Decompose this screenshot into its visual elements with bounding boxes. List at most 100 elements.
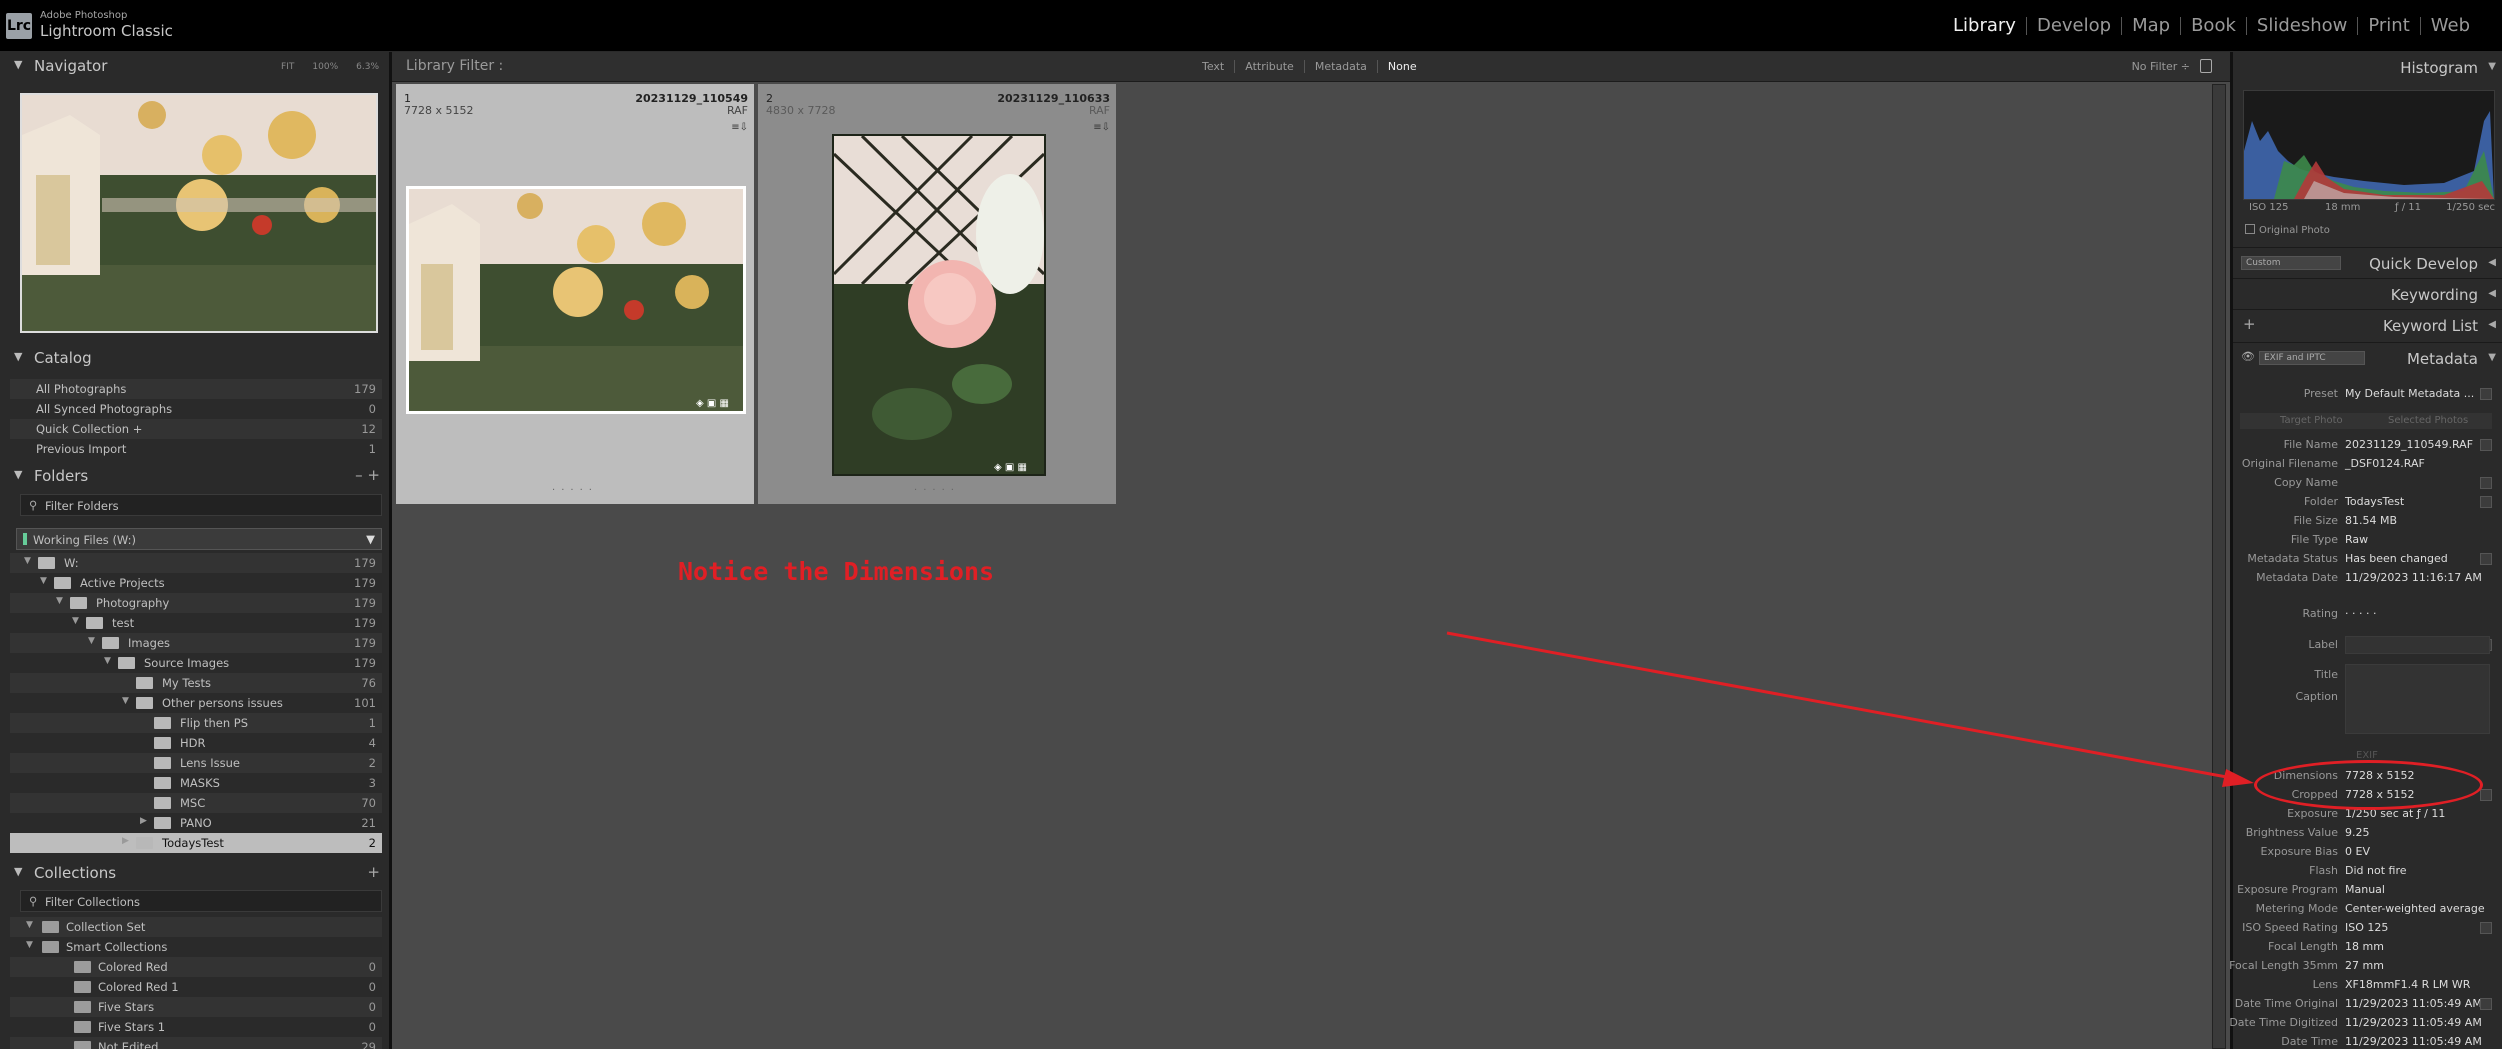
original-photo-toggle[interactable]: Original Photo bbox=[2245, 224, 2330, 236]
exif-row[interactable]: Brightness Value 9.25 bbox=[2230, 824, 2502, 843]
collapse-triangle-icon[interactable]: ▶ bbox=[122, 836, 129, 846]
metadata-value[interactable]: · · · · · bbox=[2345, 607, 2376, 620]
metadata-action-icon[interactable] bbox=[2480, 477, 2492, 489]
metadata-value[interactable]: 9.25 bbox=[2345, 826, 2370, 839]
exif-row[interactable]: Date Time 11/29/2023 11:05:49 AM bbox=[2230, 1033, 2502, 1049]
metadata-action-icon[interactable] bbox=[2480, 388, 2492, 400]
exif-row[interactable]: Date Time Digitized 11/29/2023 11:05:49 A… bbox=[2229, 1014, 2502, 1033]
add-keyword-icon[interactable]: + bbox=[2243, 315, 2256, 333]
folder-row[interactable]: ▼ Images 179 bbox=[10, 633, 382, 653]
metadata-value[interactable]: Manual bbox=[2345, 883, 2385, 896]
expand-triangle-icon[interactable]: ▼ bbox=[104, 656, 111, 666]
folder-row[interactable]: ▶ TodaysTest 2 bbox=[10, 833, 382, 853]
folder-row[interactable]: ▼ W: 179 bbox=[10, 553, 382, 573]
exif-row[interactable]: ISO Speed Rating ISO 125 bbox=[2230, 919, 2502, 938]
metadata-action-icon[interactable] bbox=[2480, 496, 2492, 508]
metadata-value[interactable]: Did not fire bbox=[2345, 864, 2407, 877]
filter-mode-metadata[interactable]: Metadata bbox=[1303, 60, 1377, 73]
lock-icon[interactable] bbox=[2200, 59, 2212, 73]
metadata-row[interactable]: Metadata Date 11/29/2023 11:16:17 AM bbox=[2230, 569, 2502, 588]
folder-row[interactable]: Lens Issue 2 bbox=[10, 753, 382, 773]
metadata-row[interactable]: Metadata Status Has been changed bbox=[2230, 550, 2502, 569]
navigator-header[interactable]: ▼ Navigator FIT 100% 6.3% bbox=[0, 52, 389, 80]
collection-row[interactable]: ▼ Collection Set bbox=[10, 917, 382, 937]
metadata-value[interactable]: 11/29/2023 11:16:17 AM bbox=[2345, 571, 2482, 584]
folders-add-remove[interactable]: – + bbox=[355, 466, 380, 484]
filter-preset-dropdown[interactable]: No Filter ÷ bbox=[2132, 60, 2190, 73]
folder-row[interactable]: ▼ Photography 179 bbox=[10, 593, 382, 613]
collapse-triangle-icon[interactable]: ▼ bbox=[14, 468, 22, 481]
expand-triangle-icon[interactable]: ◀ bbox=[2488, 319, 2496, 330]
metadata-value[interactable]: 20231129_110549.RAF bbox=[2345, 438, 2473, 451]
collection-row[interactable]: Five Stars 1 0 bbox=[10, 1017, 382, 1037]
module-print[interactable]: Print bbox=[2357, 17, 2419, 35]
target-photo-toggle[interactable]: Target Photo Selected Photos bbox=[2240, 413, 2492, 429]
checkbox[interactable] bbox=[2245, 224, 2255, 234]
metadata-action-icon[interactable] bbox=[2480, 789, 2492, 801]
module-develop[interactable]: Develop bbox=[2025, 17, 2121, 35]
catalog-item[interactable]: All Photographs 179 bbox=[10, 379, 382, 399]
grid-cell[interactable]: 2 20231129_110633 4830 x 7728 RAF ≡⇩ ◈ ▣… bbox=[758, 84, 1116, 504]
metadata-action-icon[interactable] bbox=[2480, 922, 2492, 934]
metadata-preset-row[interactable]: Preset My Default Metadata ... bbox=[2230, 385, 2502, 404]
grid-scrollbar[interactable] bbox=[2212, 84, 2226, 1049]
expand-triangle-icon[interactable]: ▼ bbox=[56, 596, 63, 606]
metadata-row[interactable]: File Type Raw bbox=[2230, 531, 2502, 550]
metadata-row[interactable]: File Size 81.54 MB bbox=[2230, 512, 2502, 531]
folder-row[interactable]: Flip then PS 1 bbox=[10, 713, 382, 733]
exif-row[interactable]: Focal Length 35mm 27 mm bbox=[2229, 957, 2502, 976]
quick-develop-header[interactable]: Custom Quick Develop ◀ bbox=[2233, 247, 2502, 277]
collection-row[interactable]: Five Stars 0 bbox=[10, 997, 382, 1017]
metadata-value[interactable]: 11/29/2023 11:05:49 AM bbox=[2345, 1016, 2482, 1029]
grid-cell[interactable]: 1 20231129_110549 7728 x 5152 RAF ≡⇩ ◈ ▣… bbox=[396, 84, 754, 504]
collection-row[interactable]: Colored Red 0 bbox=[10, 957, 382, 977]
module-map[interactable]: Map bbox=[2121, 17, 2180, 35]
metadata-value[interactable]: 18 mm bbox=[2345, 940, 2384, 953]
collapse-triangle-icon[interactable]: ▶ bbox=[140, 816, 147, 826]
module-library[interactable]: Library bbox=[1943, 17, 2026, 35]
metadata-value[interactable]: 11/29/2023 11:05:49 AM bbox=[2345, 997, 2482, 1010]
thumbnail-photo[interactable]: ◈ ▣ ▦ bbox=[832, 134, 1046, 476]
metadata-value[interactable]: ISO 125 bbox=[2345, 921, 2388, 934]
catalog-item[interactable]: Quick Collection + 12 bbox=[10, 419, 382, 439]
volume-dropdown-icon[interactable]: ▼ bbox=[366, 532, 375, 546]
folder-row[interactable]: ▼ test 179 bbox=[10, 613, 382, 633]
metadata-row[interactable]: File Name 20231129_110549.RAF bbox=[2230, 436, 2502, 455]
metadata-value[interactable]: Center-weighted average bbox=[2345, 902, 2485, 915]
exif-row[interactable]: Lens XF18mmF1.4 R LM WR bbox=[2230, 976, 2502, 995]
title-caption-field[interactable] bbox=[2345, 664, 2490, 734]
metadata-row[interactable]: Folder TodaysTest bbox=[2230, 493, 2502, 512]
collection-row[interactable]: Not Edited 29 bbox=[10, 1037, 382, 1049]
folder-row[interactable]: MASKS 3 bbox=[10, 773, 382, 793]
exif-row[interactable]: Metering Mode Center-weighted average bbox=[2230, 900, 2502, 919]
folders-header[interactable]: ▼ Folders – + bbox=[0, 462, 392, 490]
zoom-fit[interactable]: FIT bbox=[281, 62, 294, 72]
collapse-triangle-icon[interactable]: ▼ bbox=[2488, 61, 2496, 72]
exif-row[interactable]: Focal Length 18 mm bbox=[2230, 938, 2502, 957]
metadata-view-dropdown[interactable]: EXIF and IPTC bbox=[2259, 351, 2365, 365]
metadata-value[interactable]: 27 mm bbox=[2345, 959, 2384, 972]
filter-mode-attribute[interactable]: Attribute bbox=[1234, 60, 1304, 73]
catalog-header[interactable]: ▼ Catalog bbox=[0, 344, 392, 372]
expand-triangle-icon[interactable]: ◀ bbox=[2488, 257, 2496, 268]
selected-photos-label[interactable]: Selected Photos bbox=[2388, 415, 2468, 426]
filter-collections-input[interactable]: ⚲ Filter Collections bbox=[20, 890, 382, 912]
folder-row[interactable]: MSC 70 bbox=[10, 793, 382, 813]
quick-develop-preset-dropdown[interactable]: Custom bbox=[2241, 256, 2341, 270]
filter-folders-input[interactable]: ⚲ Filter Folders bbox=[20, 494, 382, 516]
folder-row[interactable]: My Tests 76 bbox=[10, 673, 382, 693]
collapse-triangle-icon[interactable]: ▼ bbox=[26, 920, 33, 930]
module-web[interactable]: Web bbox=[2419, 17, 2480, 35]
zoom-custom[interactable]: 6.3% bbox=[356, 62, 379, 72]
folder-row[interactable]: HDR 4 bbox=[10, 733, 382, 753]
rating-dots[interactable]: ····· bbox=[758, 485, 1116, 496]
target-photo-label[interactable]: Target Photo bbox=[2280, 415, 2343, 426]
expand-triangle-icon[interactable]: ▼ bbox=[40, 576, 47, 586]
folder-row[interactable]: ▼ Other persons issues 101 bbox=[10, 693, 382, 713]
collections-add-icon[interactable]: + bbox=[367, 863, 380, 881]
exif-row[interactable]: Exposure Bias 0 EV bbox=[2230, 843, 2502, 862]
catalog-item[interactable]: Previous Import 1 bbox=[10, 439, 382, 459]
expand-triangle-icon[interactable]: ▼ bbox=[122, 696, 129, 706]
metadata-row[interactable]: Original Filename _DSF0124.RAF bbox=[2230, 455, 2502, 474]
volume-header[interactable]: Working Files (W:) ▼ bbox=[16, 528, 382, 550]
